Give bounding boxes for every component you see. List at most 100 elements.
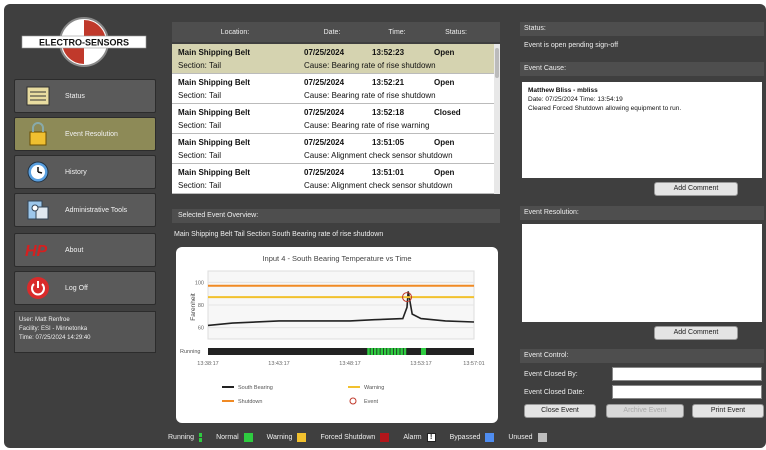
event-section: Section: Tail — [178, 151, 221, 160]
event-time: 13:52:18 — [372, 108, 405, 117]
column-date[interactable]: Date: — [298, 29, 366, 36]
running-segment — [373, 348, 377, 355]
event-cause-text: Matthew Bliss - mbliss Date: 07/25/2024 … — [522, 82, 762, 178]
cause-author: Matthew Bliss - mbliss — [528, 87, 598, 94]
app-window: ELECTRO-SENSORS Status Event Resolution … — [4, 4, 766, 448]
event-section: Section: Tail — [178, 91, 221, 100]
column-status[interactable]: Status: — [428, 29, 484, 36]
power-icon — [25, 276, 51, 300]
bypassed-swatch — [485, 432, 495, 442]
event-section: Section: Tail — [178, 61, 221, 70]
print-event-button[interactable]: Print Event — [692, 404, 764, 418]
cause-note: Cleared Forced Shutdown allowing equipme… — [528, 105, 682, 112]
table-row[interactable]: Main Shipping Belt 07/25/2024 13:52:18 Clos… — [172, 104, 494, 134]
legend-label: Shutdown — [238, 399, 262, 405]
running-segment — [403, 348, 407, 355]
x-tick-label: 13:53:17 — [410, 361, 431, 367]
event-time: 13:52:21 — [372, 78, 405, 87]
running-segment — [367, 348, 370, 355]
hp-logo-icon: HP — [25, 238, 51, 262]
running-segment — [377, 348, 380, 355]
session-info: User: Matt Renfroe Facility: ESI - Minne… — [14, 311, 156, 353]
closed-date-field[interactable] — [612, 385, 762, 399]
nav-status-label: Status — [65, 92, 85, 100]
event-date: 07/25/2024 — [304, 78, 345, 87]
event-location: Main Shipping Belt — [178, 48, 250, 57]
table-row[interactable]: Main Shipping Belt 07/25/2024 13:52:23 Open… — [172, 44, 494, 74]
nav-history[interactable]: History — [14, 155, 156, 189]
admin-tools-icon — [25, 198, 51, 222]
event-date: 07/25/2024 — [304, 168, 345, 177]
event-cause: Cause: Bearing rate of rise shutdown — [304, 61, 436, 70]
running-segment — [400, 348, 403, 355]
status-text: Event is open pending sign-off — [524, 42, 619, 49]
legend-running-label: Running — [168, 433, 195, 441]
event-status: Open — [434, 78, 455, 87]
nav-about[interactable]: HP About — [14, 233, 156, 267]
event-status: Closed — [434, 108, 461, 117]
event-date: 07/25/2024 — [304, 138, 345, 147]
running-segment — [420, 348, 426, 355]
legend-event-marker — [349, 397, 357, 405]
close-event-button[interactable]: Close Event — [524, 404, 596, 418]
running-label: Running — [180, 349, 201, 355]
legend-bypassed-label: Bypassed — [449, 433, 481, 441]
event-control-header: Event Control: — [520, 349, 764, 363]
cause-date: Date: 07/25/2024 Time: 13:54:19 — [528, 96, 623, 103]
event-cause: Cause: Bearing rate of rise warning — [304, 121, 430, 130]
nav-event-resolution[interactable]: Event Resolution — [14, 117, 156, 151]
user-name: User: Matt Renfroe — [19, 317, 70, 323]
running-segment — [370, 348, 374, 355]
event-table-scrollbar[interactable] — [494, 44, 500, 194]
event-time: 13:52:23 — [372, 48, 405, 57]
overview-header: Selected Event Overview: — [172, 209, 500, 223]
event-detail-panel: Status: Event is open pending sign-off E… — [516, 4, 766, 448]
event-resolution-field[interactable] — [522, 224, 762, 322]
event-time: 13:51:05 — [372, 138, 405, 147]
column-location[interactable]: Location: — [172, 29, 298, 36]
legend-warning-label: Warning — [266, 433, 293, 441]
nav-administrative-tools[interactable]: Administrative Tools — [14, 193, 156, 227]
legend-label: Event — [364, 399, 379, 405]
event-location: Main Shipping Belt — [178, 138, 250, 147]
closed-by-field[interactable] — [612, 367, 762, 381]
nav-event-resolution-label: Event Resolution — [65, 130, 118, 138]
y-tick-label: 100 — [195, 280, 204, 286]
event-location: Main Shipping Belt — [178, 168, 250, 177]
nav-log-off[interactable]: Log Off — [14, 271, 156, 305]
add-resolution-comment-button[interactable]: Add Comment — [654, 326, 738, 340]
table-row[interactable]: Main Shipping Belt 07/25/2024 13:52:21 Open… — [172, 74, 494, 104]
column-time[interactable]: Time: — [366, 29, 428, 36]
legend-unused-label: Unused — [508, 433, 533, 441]
event-section: Section: Tail — [178, 181, 221, 190]
table-row[interactable]: Main Shipping Belt 07/25/2024 13:51:05 Open… — [172, 134, 494, 164]
table-row[interactable]: Main Shipping Belt 07/25/2024 13:51:01 Open… — [172, 164, 494, 194]
legend-normal-label: Normal — [216, 433, 239, 441]
running-segment — [393, 348, 397, 355]
running-segment — [390, 348, 393, 355]
event-table-header: Location: Date: Time: Status: — [172, 22, 500, 42]
running-segment — [380, 348, 384, 355]
sidebar: ELECTRO-SENSORS Status Event Resolution … — [4, 4, 162, 448]
facility-name: Facility: ESI - Minnetonka — [19, 326, 88, 332]
x-tick-label: 13:38:17 — [197, 361, 218, 367]
svg-text:ELECTRO-SENSORS: ELECTRO-SENSORS — [39, 38, 129, 48]
running-segment — [387, 348, 390, 355]
nav-about-label: About — [65, 246, 84, 254]
chart-svg: Input 4 - South Bearing Temperature vs T… — [180, 254, 485, 405]
overview-text: Main Shipping Belt Tail Section South Be… — [174, 231, 384, 238]
event-date: 07/25/2024 — [304, 48, 345, 57]
nav-status[interactable]: Status — [14, 79, 156, 113]
archive-event-button[interactable]: Archive Event — [606, 404, 684, 418]
scrollbar-thumb[interactable] — [495, 48, 499, 78]
temperature-chart: Input 4 - South Bearing Temperature vs T… — [176, 247, 498, 423]
event-location: Main Shipping Belt — [178, 108, 250, 117]
y-tick-label: 60 — [198, 326, 204, 332]
add-cause-comment-button[interactable]: Add Comment — [654, 182, 738, 196]
event-cause: Cause: Alignment check sensor shutdown — [304, 151, 453, 160]
event-list-panel: Location: Date: Time: Status: Main Shipp… — [168, 4, 508, 448]
lock-icon — [25, 122, 51, 146]
legend-label: South Bearing — [238, 385, 273, 391]
company-logo: ELECTRO-SENSORS — [21, 17, 147, 67]
running-indicator-icon — [199, 432, 203, 442]
